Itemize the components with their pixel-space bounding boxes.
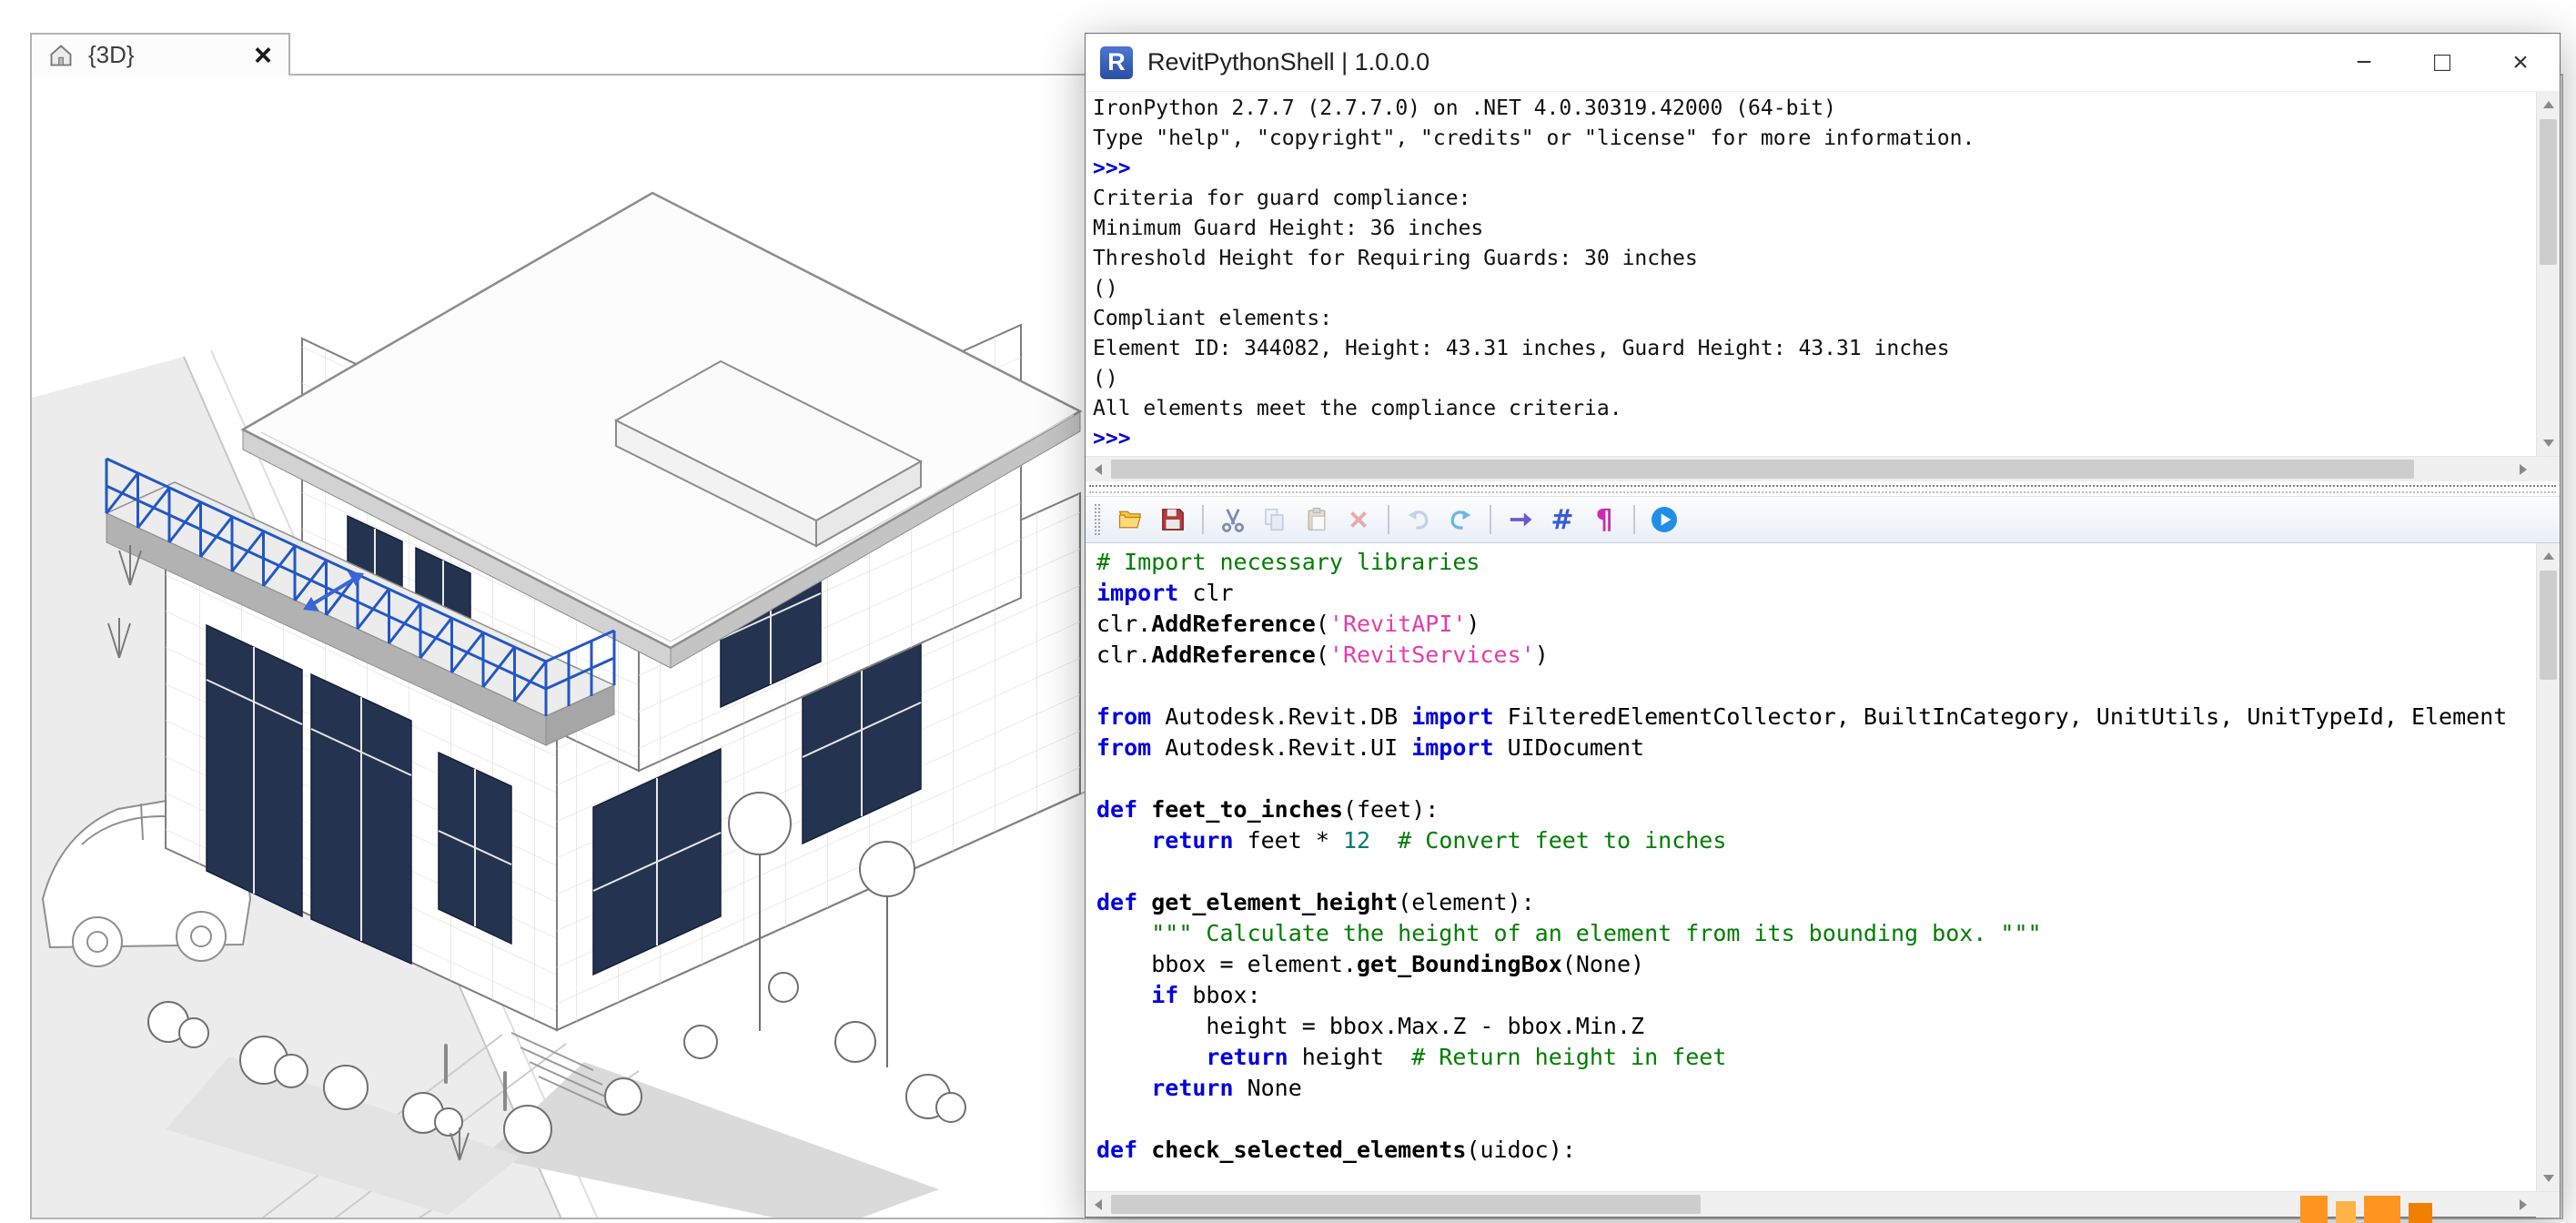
- code-lines: # Import necessary librariesimport clrcl…: [1096, 547, 2532, 1166]
- paste-button[interactable]: [1297, 500, 1337, 540]
- cut-icon: [1219, 506, 1247, 533]
- cut-button[interactable]: [1213, 500, 1253, 540]
- toolbar-grip[interactable]: [1095, 504, 1100, 535]
- undo-arrow-icon: [1405, 506, 1432, 533]
- pane-splitter[interactable]: [1086, 481, 2560, 496]
- scroll-up-arrow-icon[interactable]: [2537, 543, 2560, 567]
- code-line: [1096, 856, 2532, 887]
- goto-arrow-icon: [1507, 506, 1534, 533]
- delete-button[interactable]: [1339, 500, 1379, 540]
- pilcrow-icon: ¶: [1595, 504, 1612, 536]
- redo-arrow-icon: [1447, 506, 1474, 533]
- toolbar-separator: [1202, 505, 1204, 534]
- scrollbar-corner: [2536, 457, 2560, 482]
- shell-titlebar[interactable]: R RevitPythonShell | 1.0.0.0 − □ ×: [1086, 34, 2560, 92]
- code-line: # Import necessary libraries: [1096, 547, 2532, 578]
- scroll-right-arrow-icon[interactable]: [2512, 457, 2536, 482]
- background-orange-artifact: [2300, 1192, 2432, 1223]
- code-line: return feet * 12 # Convert feet to inche…: [1096, 825, 2532, 856]
- code-line: return height # Return height in feet: [1096, 1042, 2532, 1073]
- console-vscrollbar[interactable]: [2536, 92, 2560, 456]
- code-line: import clr: [1096, 578, 2532, 609]
- redo-button[interactable]: [1440, 500, 1480, 540]
- scroll-left-arrow-icon[interactable]: [1086, 457, 1109, 482]
- delete-x-icon: [1345, 506, 1372, 533]
- revit-workspace: {3D} ×: [0, 0, 2576, 1223]
- scrollbar-corner: [2536, 1192, 2560, 1218]
- console-line: >>>: [1093, 424, 2532, 454]
- editor-hscroll-thumb[interactable]: [1111, 1195, 1701, 1214]
- copy-button[interactable]: [1255, 500, 1295, 540]
- code-line: if bbox:: [1096, 980, 2532, 1011]
- code-editor[interactable]: # Import necessary librariesimport clrcl…: [1086, 543, 2560, 1191]
- window-title: RevitPythonShell | 1.0.0.0: [1147, 48, 1429, 76]
- close-button[interactable]: ×: [2481, 34, 2560, 91]
- console-line: All elements meet the compliance criteri…: [1093, 394, 2532, 424]
- revitpythonshell-app-icon: R: [1100, 46, 1133, 79]
- code-line: [1096, 1104, 2532, 1135]
- console-line: >>>: [1093, 154, 2532, 184]
- minimize-button[interactable]: −: [2325, 34, 2403, 91]
- scroll-down-arrow-icon[interactable]: [2537, 432, 2560, 456]
- save-icon: [1159, 506, 1187, 533]
- code-line: def get_element_height(element):: [1096, 887, 2532, 918]
- editor-vscroll-thumb[interactable]: [2540, 571, 2557, 680]
- scroll-right-arrow-icon[interactable]: [2512, 1192, 2536, 1218]
- console-line: (): [1093, 274, 2532, 304]
- open-folder-icon: [1117, 506, 1145, 533]
- code-line: bbox = element.get_BoundingBox(None): [1096, 949, 2532, 980]
- hash-icon: #: [1551, 504, 1573, 536]
- toolbar-separator: [1633, 505, 1635, 534]
- console-line: Criteria for guard compliance:: [1093, 184, 2532, 214]
- console-line: Type "help", "copyright", "credits" or "…: [1093, 124, 2532, 154]
- console-line: Minimum Guard Height: 36 inches: [1093, 214, 2532, 244]
- revitpythonshell-window: R RevitPythonShell | 1.0.0.0 − □ × IronP…: [1085, 33, 2561, 1218]
- code-line: """ Calculate the height of an element f…: [1096, 918, 2532, 949]
- save-button[interactable]: [1153, 500, 1193, 540]
- view-tab-3d[interactable]: {3D} ×: [30, 33, 290, 76]
- maximize-button[interactable]: □: [2403, 34, 2481, 91]
- console-line: IronPython 2.7.7 (2.7.7.0) on .NET 4.0.3…: [1093, 94, 2532, 124]
- console-line: Compliant elements:: [1093, 304, 2532, 334]
- line-numbers-button[interactable]: #: [1542, 500, 1582, 540]
- console-output[interactable]: IronPython 2.7.7 (2.7.7.0) on .NET 4.0.3…: [1086, 92, 2560, 456]
- paragraph-marks-button[interactable]: ¶: [1584, 500, 1624, 540]
- undo-button[interactable]: [1399, 500, 1439, 540]
- code-line: height = bbox.Max.Z - bbox.Min.Z: [1096, 1011, 2532, 1042]
- code-line: clr.AddReference('RevitServices'): [1096, 640, 2532, 671]
- copy-icon: [1261, 506, 1288, 533]
- home-icon: [48, 43, 74, 68]
- scroll-down-arrow-icon[interactable]: [2537, 1167, 2560, 1191]
- paste-icon: [1303, 506, 1330, 533]
- goto-button[interactable]: [1500, 500, 1541, 540]
- run-play-icon: [1650, 505, 1679, 534]
- code-line: def feet_to_inches(feet):: [1096, 794, 2532, 825]
- console-lines: IronPython 2.7.7 (2.7.7.0) on .NET 4.0.3…: [1093, 94, 2532, 454]
- editor-toolbar: # ¶: [1086, 496, 2560, 543]
- console-line: (): [1093, 364, 2532, 394]
- code-line: return None: [1096, 1073, 2532, 1104]
- console-line: Threshold Height for Requiring Guards: 3…: [1093, 244, 2532, 274]
- run-button[interactable]: [1644, 500, 1684, 540]
- editor-vscrollbar[interactable]: [2536, 543, 2560, 1191]
- code-line: from Autodesk.Revit.UI import UIDocument: [1096, 733, 2532, 763]
- console-line: Element ID: 344082, Height: 43.31 inches…: [1093, 334, 2532, 364]
- console-hscrollbar[interactable]: [1086, 456, 2560, 481]
- code-line: [1096, 671, 2532, 702]
- view-tab-label: {3D}: [88, 41, 135, 69]
- code-line: from Autodesk.Revit.DB import FilteredEl…: [1096, 702, 2532, 733]
- code-line: def check_selected_elements(uidoc):: [1096, 1135, 2532, 1166]
- toolbar-separator: [1388, 505, 1389, 534]
- scroll-up-arrow-icon[interactable]: [2537, 92, 2560, 116]
- code-line: clr.AddReference('RevitAPI'): [1096, 609, 2532, 640]
- scroll-left-arrow-icon[interactable]: [1086, 1192, 1109, 1218]
- toolbar-separator: [1490, 505, 1491, 534]
- console-hscroll-thumb[interactable]: [1111, 460, 2414, 479]
- code-line: [1096, 763, 2532, 794]
- console-vscroll-thumb[interactable]: [2540, 119, 2557, 265]
- view-tab-close-icon[interactable]: ×: [254, 42, 272, 69]
- open-file-button[interactable]: [1111, 500, 1151, 540]
